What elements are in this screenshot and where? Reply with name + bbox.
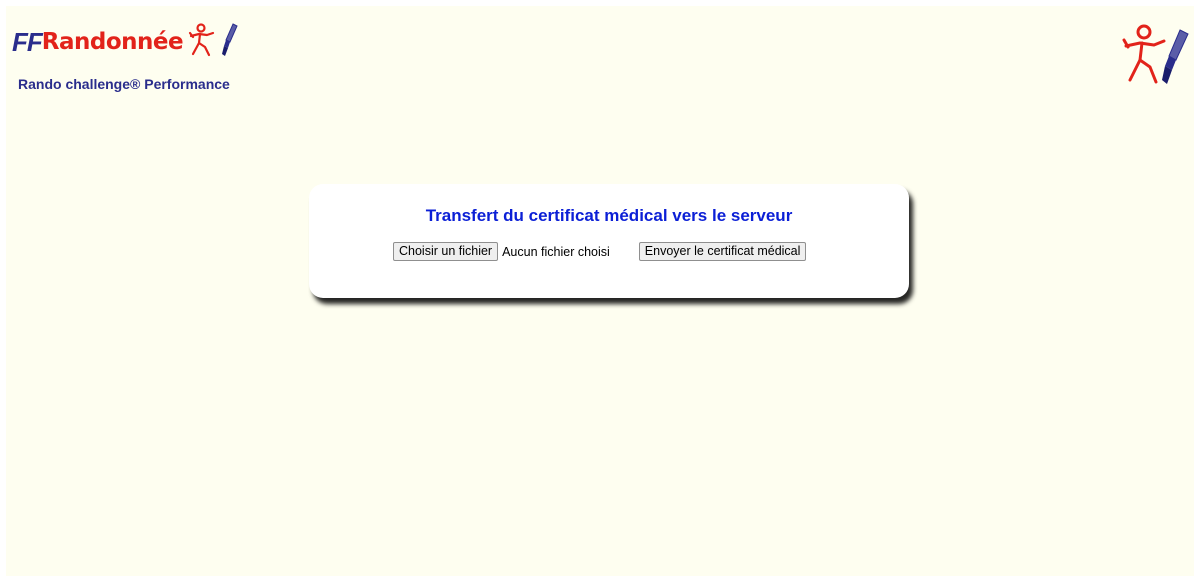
brand-wordmark: FF Randonnée xyxy=(12,22,239,62)
brand-rando-text: Randonnée xyxy=(41,29,184,55)
choose-file-button[interactable]: Choisir un fichier xyxy=(393,242,499,261)
paintbrush-icon xyxy=(221,22,239,63)
upload-title: Transfert du certificat médical vers le … xyxy=(425,206,793,225)
hiker-icon xyxy=(187,22,217,62)
paintbrush-icon xyxy=(1162,29,1189,84)
logo-subtitle: Rando challenge® Performance xyxy=(18,76,230,92)
page: FF Randonnée Rando challenge® Performanc… xyxy=(0,0,1194,576)
file-status-text: Aucun fichier choisi xyxy=(502,244,610,259)
ffrandonnee-emblem xyxy=(1114,20,1194,90)
brand-ff-text: FF xyxy=(12,26,43,57)
send-certificate-button[interactable]: Envoyer le certificat médical xyxy=(638,242,807,261)
hiker-icon xyxy=(1122,24,1189,84)
upload-card: Transfert du certificat médical vers le … xyxy=(309,184,909,298)
upload-form: Choisir un fichier Aucun fichier choisi … xyxy=(393,242,807,261)
ffrandonnee-logo: FF Randonnée Rando challenge® Performanc… xyxy=(12,20,252,100)
